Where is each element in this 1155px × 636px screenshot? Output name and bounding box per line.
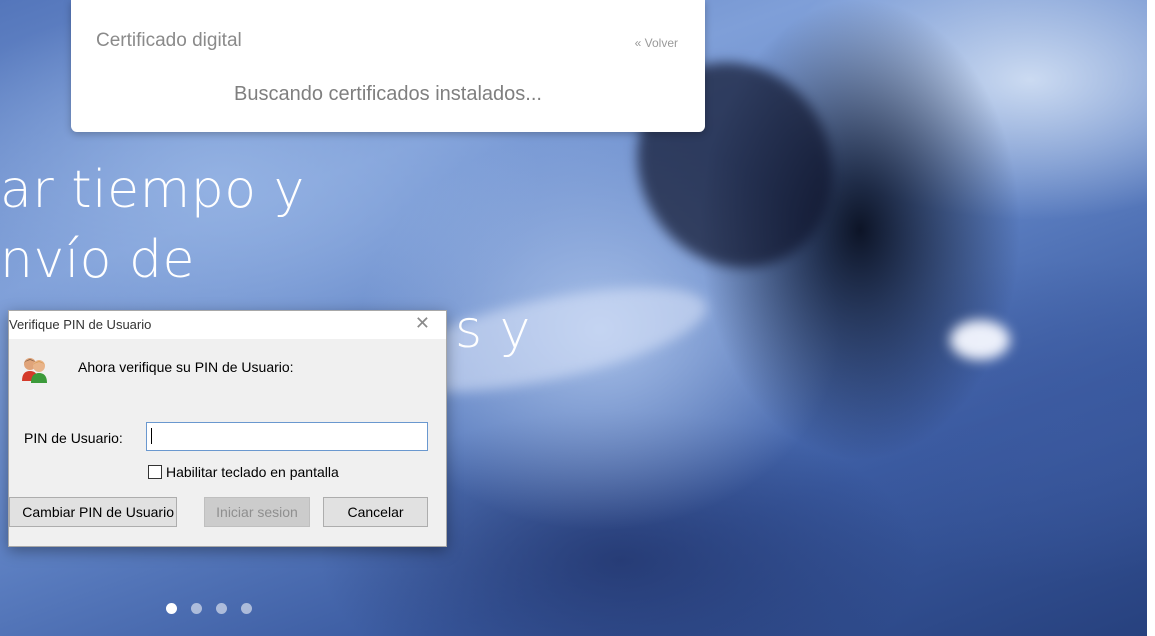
hero-headline-line-1: ar tiempo y — [0, 160, 305, 220]
cancel-button[interactable]: Cancelar — [323, 497, 428, 527]
carousel-dots — [166, 603, 252, 614]
text-caret — [151, 428, 152, 444]
users-icon — [22, 358, 47, 383]
login-button[interactable]: Iniciar sesion — [204, 497, 310, 527]
dialog-titlebar[interactable]: Verifique PIN de Usuario ✕ — [9, 311, 446, 339]
pin-label: PIN de Usuario: — [24, 430, 123, 446]
carousel-dot[interactable] — [216, 603, 227, 614]
pin-input[interactable] — [146, 422, 428, 451]
carousel-dot[interactable] — [241, 603, 252, 614]
onscreen-keyboard-label: Habilitar teclado en pantalla — [166, 464, 339, 480]
carousel-dot[interactable] — [166, 603, 177, 614]
dialog-prompt: Ahora verifique su PIN de Usuario: — [78, 359, 294, 375]
certificate-panel-title: Certificado digital — [96, 30, 242, 51]
back-link[interactable]: « Volver — [635, 36, 678, 50]
certificate-search-status: Buscando certificados instalados... — [234, 83, 542, 105]
certificate-panel: Certificado digital « Volver Buscando ce… — [71, 0, 705, 132]
carousel-dot[interactable] — [191, 603, 202, 614]
verify-pin-dialog: Verifique PIN de Usuario ✕ Ahora verifiq… — [8, 310, 447, 547]
onscreen-keyboard-checkbox[interactable] — [148, 465, 162, 479]
hero-headline-line-2: nvío de — [0, 230, 196, 290]
dialog-title: Verifique PIN de Usuario — [9, 317, 152, 332]
hero-background-highlight — [950, 320, 1010, 360]
close-icon[interactable]: ✕ — [415, 313, 430, 334]
change-pin-button[interactable]: Cambiar PIN de Usuario — [9, 497, 177, 527]
onscreen-keyboard-option[interactable]: Habilitar teclado en pantalla — [148, 464, 339, 480]
